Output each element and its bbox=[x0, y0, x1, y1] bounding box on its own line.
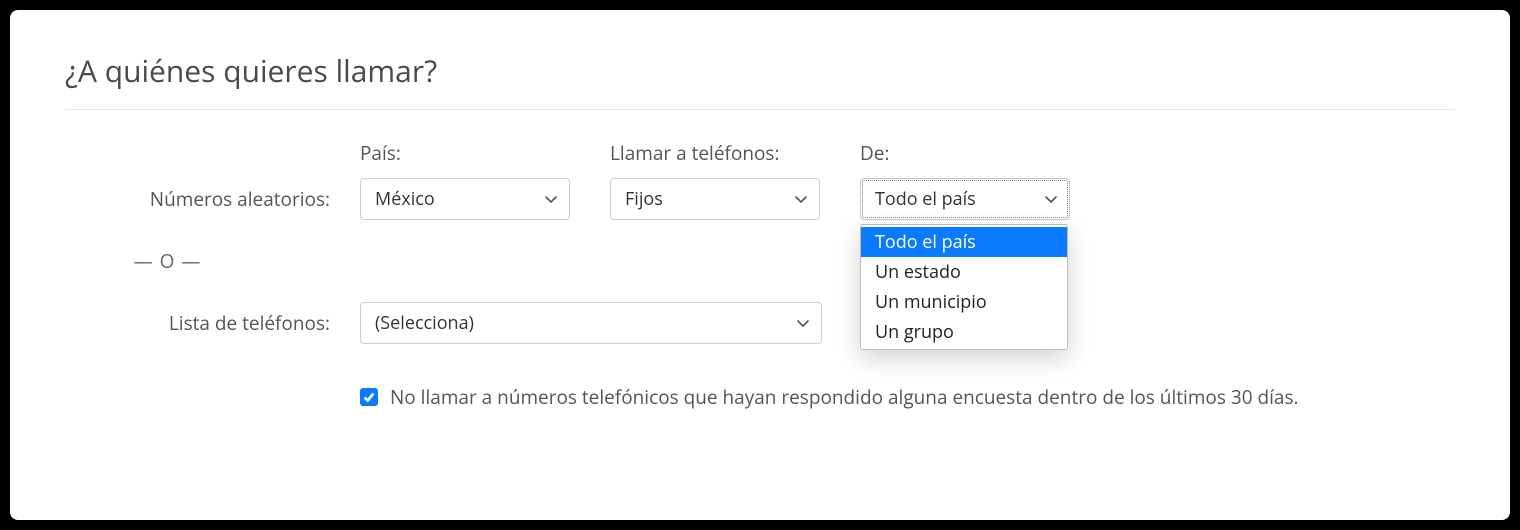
panel-heading: ¿A quiénes quieres llamar? bbox=[65, 50, 1455, 110]
phone-list-select[interactable]: (Selecciona) bbox=[360, 302, 822, 344]
random-numbers-row: Números aleatorios: México Fijos Todo el… bbox=[65, 178, 1455, 220]
phone-list-select-value: (Selecciona) bbox=[375, 311, 474, 335]
country-select[interactable]: México bbox=[360, 178, 570, 220]
exclude-recent-row: No llamar a números telefónicos que haya… bbox=[65, 384, 1455, 410]
or-separator-row: — O — bbox=[65, 248, 1455, 274]
chevron-down-icon bbox=[793, 191, 809, 207]
chevron-down-icon bbox=[1043, 191, 1059, 207]
column-labels-row: País: Llamar a teléfonos: De: bbox=[65, 140, 1455, 166]
chevron-down-icon bbox=[795, 315, 811, 331]
or-separator-text: — O — bbox=[65, 248, 360, 274]
exclude-recent-checkbox[interactable] bbox=[360, 388, 378, 406]
from-select[interactable]: Todo el país bbox=[860, 178, 1070, 220]
from-option-un-municipio[interactable]: Un municipio bbox=[861, 287, 1067, 317]
phone-type-select-value: Fijos bbox=[625, 187, 663, 211]
form-area: País: Llamar a teléfonos: De: Números al… bbox=[65, 140, 1455, 410]
phone-type-select[interactable]: Fijos bbox=[610, 178, 820, 220]
from-select-value: Todo el país bbox=[875, 187, 976, 211]
from-option-un-estado[interactable]: Un estado bbox=[861, 257, 1067, 287]
call-phones-column-label: Llamar a teléfonos: bbox=[610, 140, 860, 166]
from-column-label: De: bbox=[860, 140, 1070, 166]
exclude-recent-label: No llamar a números telefónicos que haya… bbox=[390, 384, 1299, 410]
phone-list-label: Lista de teléfonos: bbox=[65, 310, 360, 336]
chevron-down-icon bbox=[543, 191, 559, 207]
country-select-value: México bbox=[375, 187, 435, 211]
from-option-un-grupo[interactable]: Un grupo bbox=[861, 317, 1067, 347]
from-option-todo-el-pais[interactable]: Todo el país bbox=[861, 227, 1067, 257]
from-dropdown-popup: Todo el país Un estado Un municipio Un g… bbox=[860, 224, 1068, 350]
phone-list-row: Lista de teléfonos: (Selecciona) bbox=[65, 302, 1455, 344]
exclude-recent-checkbox-wrap: No llamar a números telefónicos que haya… bbox=[360, 384, 1299, 410]
random-numbers-label: Números aleatorios: bbox=[65, 186, 360, 212]
country-column-label: País: bbox=[360, 140, 610, 166]
call-targets-panel: ¿A quiénes quieres llamar? País: Llamar … bbox=[10, 10, 1510, 520]
